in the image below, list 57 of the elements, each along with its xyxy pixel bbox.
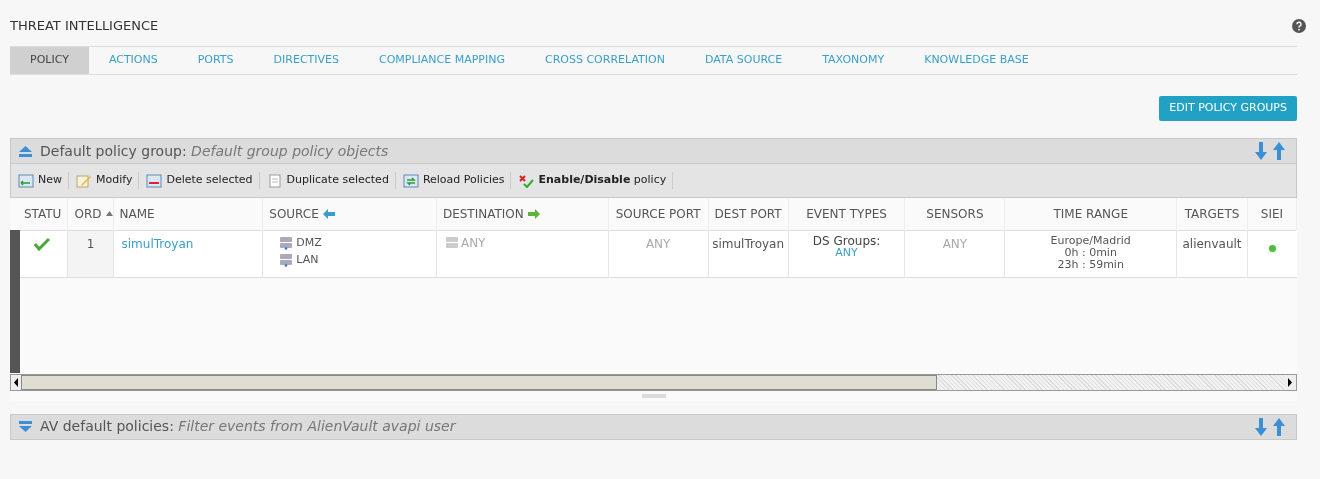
table-cell: simulTroyan <box>712 236 785 251</box>
column-header[interactable]: DESTINATION <box>442 204 524 223</box>
table-cell-text: 0h : 0min <box>1064 246 1117 259</box>
edit-icon <box>76 173 92 188</box>
toolbar-button[interactable]: Reload Policies <box>399 172 512 189</box>
toolbar-button[interactable]: New <box>15 172 69 189</box>
column-header[interactable]: SENSORS <box>926 204 984 223</box>
help-icon[interactable] <box>1292 19 1306 33</box>
table-cell: ANY <box>645 236 671 251</box>
move-arrows-icon[interactable] <box>1254 142 1288 160</box>
page-title: THREAT INTELLIGENCE <box>10 17 159 36</box>
table-cell: alienvault <box>1182 236 1242 251</box>
group-title: Default policy group: Default group policy objects <box>40 141 389 161</box>
column-header[interactable]: SOURCE PORT <box>615 204 701 223</box>
column-header[interactable]: STATU <box>24 204 62 223</box>
table-cell-text: ANY <box>835 246 858 259</box>
toolbar-button[interactable]: Delete selected <box>143 172 260 189</box>
document-icon <box>266 173 283 188</box>
toolbar-button[interactable]: Duplicate selected <box>263 172 396 189</box>
sort-up-icon <box>105 211 112 217</box>
add-icon <box>18 173 34 188</box>
table-cell: 1 <box>86 236 95 251</box>
group-title: AV default policies: Filter events from AlienVault avapi user <box>40 417 456 436</box>
column-header[interactable]: TIME RANGE <box>1053 204 1128 223</box>
tab[interactable]: POLICY <box>10 47 89 74</box>
toolbar-button[interactable]: Enable/Disable policy <box>515 172 674 189</box>
scroll-right-icon[interactable] <box>1284 374 1296 390</box>
column-header[interactable]: ORD <box>74 204 102 223</box>
column-header[interactable]: SIEI <box>1260 204 1284 223</box>
toolbar-button[interactable]: Modify <box>73 172 140 189</box>
table-cell: ANY <box>942 236 968 251</box>
delete-icon <box>146 173 163 188</box>
server-icon <box>279 236 294 250</box>
table-cell-text: ANY <box>460 235 486 252</box>
source-item: DMZ <box>296 234 322 251</box>
move-arrows-icon[interactable] <box>1254 417 1288 436</box>
column-header[interactable]: SOURCE <box>269 204 319 223</box>
resize-handle-icon[interactable] <box>641 393 666 398</box>
column-header[interactable]: NAME <box>119 204 155 223</box>
toggle-icon <box>518 173 535 188</box>
collapse-icon[interactable] <box>19 145 32 157</box>
server-icon <box>279 253 294 267</box>
column-header[interactable]: TARGETS <box>1184 204 1240 223</box>
horizontal-scrollbar[interactable] <box>10 373 1297 391</box>
arrow-left-icon <box>322 208 335 219</box>
check-icon[interactable] <box>34 236 50 251</box>
table-cell-text: DS Groups: <box>811 234 882 247</box>
reload-icon <box>402 173 419 188</box>
column-header[interactable]: EVENT TYPES <box>806 204 887 223</box>
expand-icon[interactable] <box>19 421 32 432</box>
table-cell-text: 23h : 59min <box>1056 258 1125 271</box>
scroll-left-icon[interactable] <box>11 374 21 390</box>
arrow-right-icon <box>527 208 540 219</box>
column-header[interactable]: DEST PORT <box>714 204 782 223</box>
server-icon <box>444 236 459 250</box>
table-cell-text: Europe/Madrid <box>1049 234 1132 247</box>
source-item: LAN <box>296 251 319 268</box>
